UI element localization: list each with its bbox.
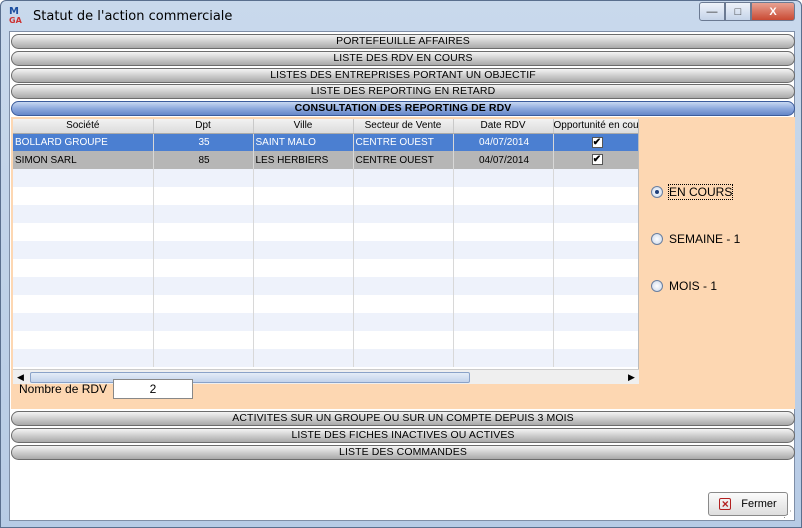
empty-row [13,223,638,241]
close-window-button[interactable]: X [751,2,795,21]
rdv-count-field[interactable]: 2 [113,379,193,399]
empty-row [13,313,638,331]
empty-row [13,349,638,367]
radio-label: SEMAINE - 1 [669,232,741,246]
app-logo-icon: M GA [9,6,22,26]
main-window: M GA Statut de l'action commerciale — □ X… [0,0,802,528]
consultation-panel: Société Dpt Ville Secteur de Vente Date … [11,117,795,409]
table-row[interactable]: SIMON SARL 85 LES HERBIERS CENTRE OUEST … [13,151,638,169]
cell-opportunite: ✔ [553,133,638,151]
radio-semaine-1[interactable]: SEMAINE - 1 [651,232,740,246]
column-header-secteur[interactable]: Secteur de Vente [353,119,454,134]
cell-dpt: 35 [153,133,254,151]
cell-societe: BOLLARD GROUPE [13,133,154,151]
empty-row [13,205,638,223]
title-bar[interactable]: M GA Statut de l'action commerciale — □ X [1,1,801,31]
section-entreprises-objectif[interactable]: LISTES DES ENTREPRISES PORTANT UN OBJECT… [11,68,795,83]
radio-mois-1[interactable]: MOIS - 1 [651,279,717,293]
minimize-button[interactable]: — [699,2,725,21]
section-reporting-en-retard[interactable]: LISTE DES REPORTING EN RETARD [11,84,795,99]
cell-date-rdv: 04/07/2014 [453,133,554,151]
cell-ville: LES HERBIERS [253,151,354,169]
column-header-ville[interactable]: Ville [253,119,354,134]
cell-date-rdv: 04/07/2014 [453,151,554,169]
opportunite-checkbox[interactable]: ✔ [591,154,603,166]
empty-row [13,241,638,259]
section-liste-rdv-en-cours[interactable]: LISTE DES RDV EN COURS [11,51,795,66]
empty-row [13,331,638,349]
column-header-date-rdv[interactable]: Date RDV [453,119,554,134]
rdv-count-label: Nombre de RDV [19,382,108,396]
fermer-button[interactable]: × Fermer [708,492,788,516]
table-row[interactable]: BOLLARD GROUPE 35 SAINT MALO CENTRE OUES… [13,133,638,151]
empty-row [13,277,638,295]
resize-grip-icon[interactable]: ⋰ [783,509,793,519]
radio-en-cours[interactable]: EN COURS [651,184,734,200]
radio-unselected-icon [651,233,663,245]
maximize-button[interactable]: □ [725,2,751,21]
radio-label: MOIS - 1 [669,279,718,293]
rdv-grid[interactable]: Société Dpt Ville Secteur de Vente Date … [13,119,639,369]
empty-row [13,259,638,277]
empty-row [13,295,638,313]
radio-selected-icon [651,186,663,198]
client-area: PORTEFEUILLE AFFAIRES LISTE DES RDV EN C… [9,31,795,521]
cell-societe: SIMON SARL [13,151,154,169]
cell-opportunite: ✔ [553,151,638,169]
column-header-dpt[interactable]: Dpt [153,119,254,134]
x-icon: × [719,498,732,510]
cell-ville: SAINT MALO [253,133,354,151]
section-consultation-reporting-rdv[interactable]: CONSULTATION DES REPORTING DE RDV [11,101,795,116]
column-header-opportunite[interactable]: Opportunité en cou [553,119,638,134]
fermer-label: Fermer [741,498,777,510]
cell-secteur: CENTRE OUEST [353,151,454,169]
section-activites-groupe-compte[interactable]: ACTIVITES SUR UN GROUPE OU SUR UN COMPTE… [11,411,795,426]
scroll-right-arrow-icon[interactable]: ▶ [624,370,639,385]
section-fiches-inactives-actives[interactable]: LISTE DES FICHES INACTIVES OU ACTIVES [11,428,795,443]
cell-secteur: CENTRE OUEST [353,133,454,151]
empty-row [13,169,638,187]
cell-dpt: 85 [153,151,254,169]
radio-label: EN COURS [667,184,734,200]
radio-unselected-icon [651,280,663,292]
section-portefeuille-affaires[interactable]: PORTEFEUILLE AFFAIRES [11,34,795,49]
opportunite-checkbox[interactable]: ✔ [591,136,603,148]
column-header-societe[interactable]: Société [13,119,154,134]
empty-row [13,187,638,205]
grid-header-row: Société Dpt Ville Secteur de Vente Date … [13,119,638,134]
section-liste-commandes[interactable]: LISTE DES COMMANDES [11,445,795,460]
window-title: Statut de l'action commerciale [33,9,233,24]
